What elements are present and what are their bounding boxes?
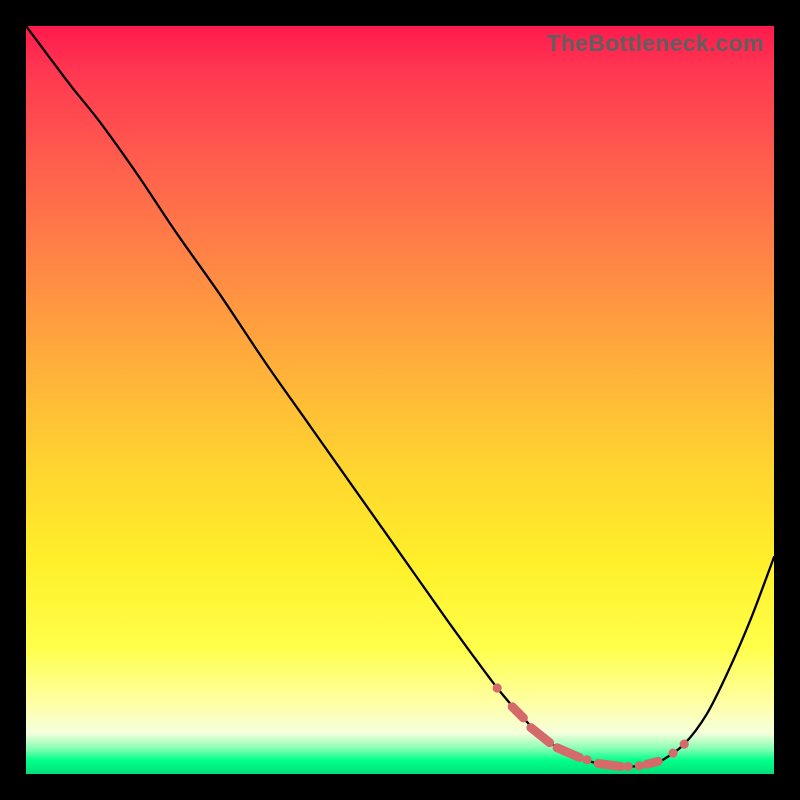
curve-path (26, 26, 774, 767)
bottleneck-curve (26, 26, 774, 774)
curve-markers (493, 683, 689, 771)
